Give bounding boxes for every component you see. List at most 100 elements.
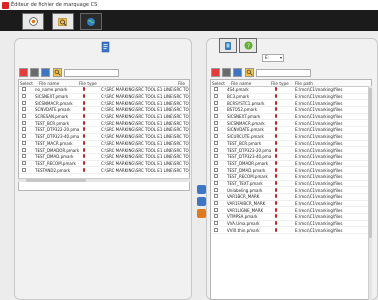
row-checkbox[interactable] (22, 120, 26, 125)
row-checkbox[interactable] (214, 127, 218, 132)
table-row[interactable]: TEST_DMAD.pmark E:\mcs\C1\marking\files (211, 167, 371, 174)
row-checkbox[interactable] (214, 154, 218, 159)
row-checkbox[interactable] (214, 147, 218, 152)
right-scroll-thumb[interactable] (369, 88, 372, 238)
table-row[interactable]: BC3.pmark E:\mcs\C1\marking\files (211, 94, 371, 101)
table-row[interactable]: TEST_DMADOR.pmark C:\SRC MARKING\SRC TOOL… (19, 147, 189, 154)
row-checkbox[interactable] (214, 107, 218, 112)
row-checkbox[interactable] (22, 87, 26, 92)
tab-help[interactable]: ? (239, 38, 257, 53)
left-scroll-thumb[interactable] (26, 179, 86, 182)
row-checkbox[interactable] (214, 94, 218, 99)
table-row[interactable]: Unlabeling.pmark E:\mcs\C1\marking\files (211, 187, 371, 194)
col-file-type[interactable]: File type (271, 81, 295, 86)
right-delete-button[interactable] (211, 68, 220, 77)
right-refresh-button[interactable] (233, 68, 242, 77)
row-checkbox[interactable] (214, 134, 218, 139)
table-row[interactable]: SICSNEXT.pmark C:\SRC MARKING\SRC TOOL E1… (19, 94, 189, 101)
row-checkbox[interactable] (22, 127, 26, 132)
table-row[interactable]: VAR1BCR_MARK E:\mcs\C1\marking\files (211, 194, 371, 201)
col-file-name[interactable]: File name (225, 81, 271, 86)
table-row[interactable]: VVA.Uma.pmark E:\mcs\C1\marking\files (211, 221, 371, 228)
table-row[interactable]: TEST_MACR.pmark C:\SRC MARKING\SRC TOOL E… (19, 140, 189, 148)
table-row[interactable]: SICSNMACR.pmark C:\SRC MARKING\SRC TOOL E… (19, 100, 189, 108)
right-search-button[interactable] (245, 68, 254, 77)
left-search-input[interactable] (64, 69, 119, 77)
row-checkbox[interactable] (22, 147, 26, 152)
tab-globe[interactable] (80, 13, 102, 30)
col-file-type[interactable]: File type (79, 81, 101, 86)
tab-device[interactable] (219, 38, 237, 53)
table-row[interactable]: SICSNEXT.pmark E:\mcs\C1\marking\files (211, 114, 371, 121)
row-checkbox[interactable] (22, 140, 26, 145)
row-checkbox[interactable] (22, 114, 26, 119)
row-checkbox[interactable] (22, 160, 26, 165)
transfer-right-button[interactable] (197, 209, 206, 218)
row-checkbox[interactable] (214, 180, 218, 185)
tab-search[interactable] (52, 13, 74, 30)
row-checkbox[interactable] (214, 160, 218, 165)
col-file-path[interactable]: File path (295, 81, 371, 86)
row-checkbox[interactable] (214, 174, 218, 179)
right-vertical-scrollbar[interactable] (368, 86, 372, 300)
refresh-button[interactable] (41, 68, 50, 77)
row-checkbox[interactable] (214, 194, 218, 199)
table-row[interactable]: SCNVDATE.pmark C:\SRC MARKING\SRC TOOL E1… (19, 107, 189, 114)
table-row[interactable]: TEST_DTP322-20.pmark C:\SRC MARKING\SRC T… (19, 127, 189, 134)
row-checkbox[interactable] (22, 154, 26, 159)
table-row[interactable]: VVIX.thin.pmark E:\mcs\C1\marking\files (211, 227, 371, 235)
transfer-up-button[interactable] (197, 185, 206, 194)
row-checkbox[interactable] (214, 214, 218, 219)
table-row[interactable]: TEST_DMADR.pmark E:\mcs\C1\marking\files (211, 160, 371, 168)
row-checkbox[interactable] (214, 221, 218, 226)
table-row[interactable]: SCRESAN.pmark C:\SRC MARKING\SRC TOOL E1 … (19, 114, 189, 121)
table-row[interactable]: TEST_RECOM.pmark C:\SRC MARKING\SRC TOOL … (19, 160, 189, 168)
left-horizontal-scrollbar[interactable] (18, 178, 190, 182)
row-checkbox[interactable] (214, 227, 218, 232)
right-search-input[interactable] (256, 69, 311, 77)
row-checkbox[interactable] (22, 107, 26, 112)
row-checkbox[interactable] (214, 114, 218, 119)
row-checkbox[interactable] (214, 167, 218, 172)
table-row[interactable]: TEST_TEXT.pmark E:\mcs\C1\marking\files (211, 180, 371, 188)
row-checkbox[interactable] (22, 134, 26, 139)
table-row[interactable]: TEST_RECOM.pmark E:\mcs\C1\marking\files (211, 174, 371, 181)
row-checkbox[interactable] (22, 100, 26, 105)
table-row[interactable]: TEST_DMAD.pmark C:\SRC MARKING\SRC TOOL E… (19, 154, 189, 161)
row-checkbox[interactable] (214, 207, 218, 212)
table-row[interactable]: VAR1LIGNE_MARK E:\mcs\C1\marking\files (211, 207, 371, 215)
col-selection[interactable]: Selection (211, 81, 225, 86)
row-checkbox[interactable] (214, 187, 218, 192)
row-checkbox[interactable] (214, 140, 218, 145)
search-button[interactable] (53, 68, 62, 77)
table-row[interactable]: TEST_DTP323-40.pmark E:\mcs\C1\marking\fi… (211, 154, 371, 161)
table-row[interactable]: SICNVDATE.pmark E:\mcs\C1\marking\files (211, 127, 371, 134)
table-row[interactable]: no_name.pmark C:\SRC MARKING\SRC TOOL E1 … (19, 87, 189, 94)
col-file-name[interactable]: File name (33, 81, 79, 86)
drive-select[interactable]: E: ▾ (262, 54, 284, 62)
table-row[interactable]: VTMPSA.pmark E:\mcs\C1\marking\files (211, 214, 371, 221)
delete-button[interactable] (19, 68, 28, 77)
col-selection[interactable]: Selection (19, 81, 33, 86)
row-checkbox[interactable] (214, 100, 218, 105)
row-checkbox[interactable] (22, 167, 26, 172)
table-row[interactable]: TEST_BCR.pmark C:\SRC MARKING\SRC TOOL E1… (19, 120, 189, 128)
table-row[interactable]: 4S4.pmark E:\mcs\C1\marking\files (211, 87, 371, 94)
row-checkbox[interactable] (214, 201, 218, 206)
copy-button[interactable] (30, 68, 39, 77)
table-row[interactable]: BSTO52.pmark E:\mcs\C1\marking\files (211, 107, 371, 114)
table-row[interactable]: SICURCUTE.pmark E:\mcs\C1\marking\files (211, 134, 371, 141)
row-checkbox[interactable] (214, 120, 218, 125)
transfer-down-button[interactable] (197, 197, 206, 206)
table-row[interactable]: TEST_DTP323-40.pmark C:\SRC MARKING\SRC T… (19, 134, 189, 141)
row-checkbox[interactable] (214, 87, 218, 92)
table-row[interactable]: VAR1FAIBCR_MARK E:\mcs\C1\marking\files (211, 201, 371, 208)
right-copy-button[interactable] (222, 68, 231, 77)
col-file[interactable]: File (101, 81, 189, 86)
tab-target[interactable] (22, 13, 44, 30)
row-checkbox[interactable] (22, 94, 26, 99)
table-row[interactable]: BCRSYSTC1.pmark E:\mcs\C1\marking\files (211, 100, 371, 108)
table-row[interactable]: SICSNMACR.pmark E:\mcs\C1\marking\files (211, 120, 371, 128)
table-row[interactable]: TEST_BCR.pmark E:\mcs\C1\marking\files (211, 140, 371, 148)
table-row[interactable]: TEST_DTP323-20.pmark E:\mcs\C1\marking\fi… (211, 147, 371, 154)
